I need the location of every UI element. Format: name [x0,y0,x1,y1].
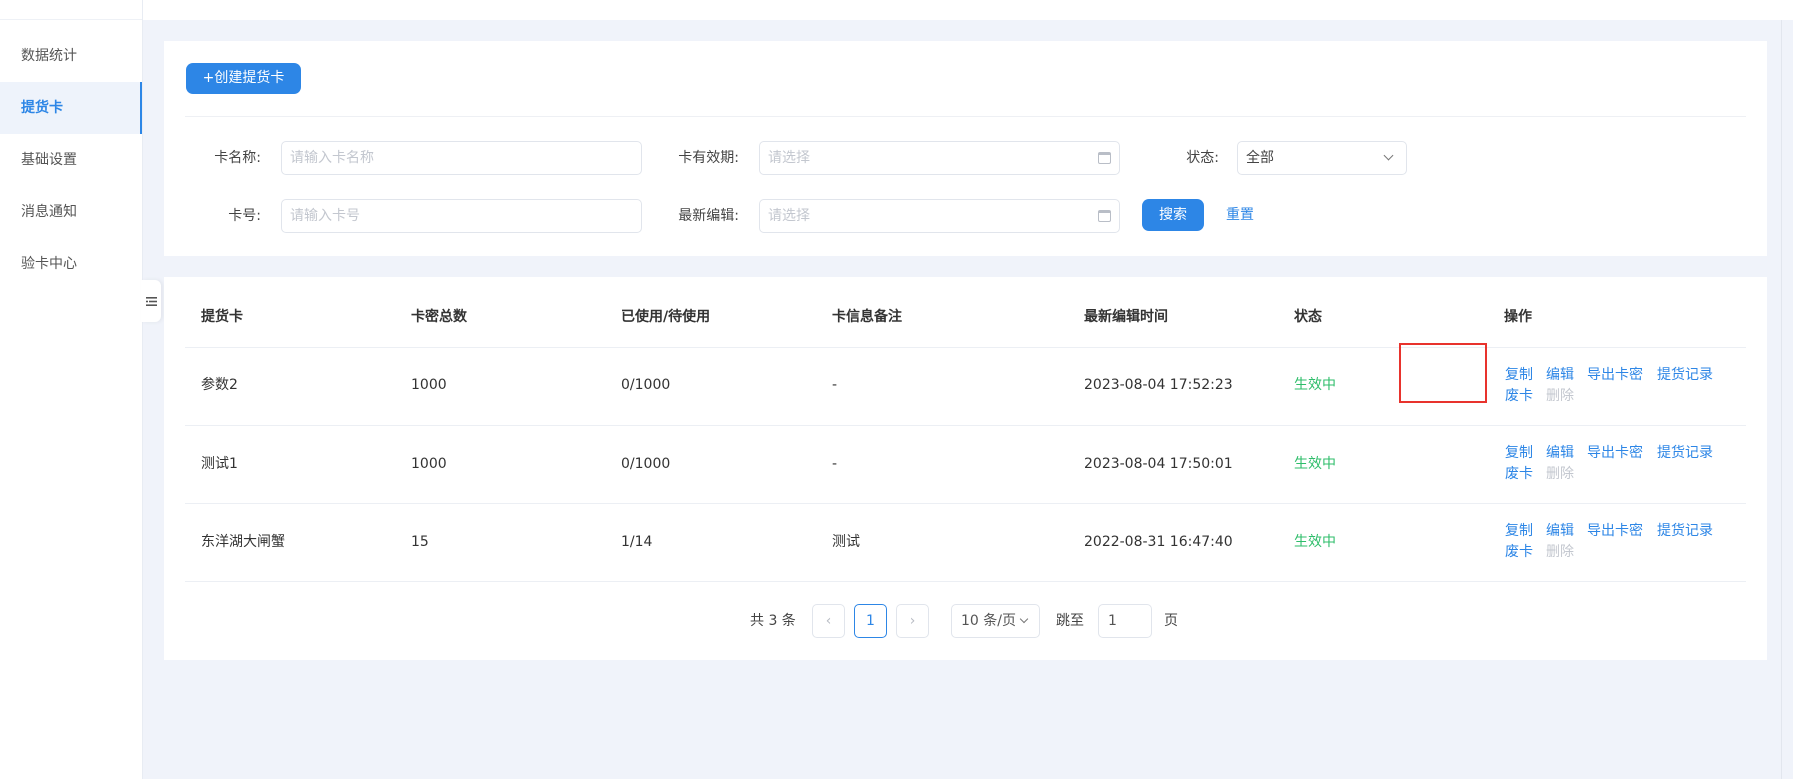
status-select[interactable]: 全部 [1237,141,1407,175]
column-header-status: 状态 [1294,309,1322,325]
page-size-value: 10 条/页 [961,613,1016,629]
cell-note: - [832,456,838,472]
cell-usage: 0/1000 [621,377,671,393]
filter-divider [185,116,1746,117]
delete-button: 删除 [1546,388,1574,404]
cell-total: 15 [411,534,429,550]
cell-total: 1000 [411,377,447,393]
column-header-note: 卡信息备注 [832,309,902,325]
vertical-scrollbar[interactable] [1781,20,1793,779]
column-header-usage: 已使用/待使用 [621,309,711,325]
sidebar-top [0,0,142,20]
filter-panel: +创建提货卡 卡名称: 请输入卡名称 卡有效期: 请选择 状态: 全部 卡号: … [164,41,1767,256]
menu-fold-icon [145,296,157,306]
prev-page-button[interactable]: ‹ [812,604,845,638]
column-header-edit-time: 最新编辑时间 [1084,309,1168,325]
cell-edit-time: 2023-08-04 17:50:01 [1084,456,1233,472]
cell-edit-time: 2023-08-04 17:52:23 [1084,377,1233,393]
pickup-records-button[interactable]: 提货记录 [1657,521,1713,541]
copy-button[interactable]: 复制 [1505,365,1533,385]
calendar-icon [1098,210,1111,222]
sidebar-item-stats[interactable]: 数据统计 [0,30,142,82]
column-header-total: 卡密总数 [411,309,467,325]
pickup-records-button[interactable]: 提货记录 [1657,365,1713,385]
page-number-button[interactable]: 1 [854,604,887,638]
sidebar: 数据统计 提货卡 基础设置 消息通知 验卡中心 [0,0,143,779]
void-card-button[interactable]: 废卡 [1505,464,1533,484]
chevron-down-icon [1383,150,1394,161]
validity-placeholder: 请选择 [768,150,810,166]
cell-edit-time: 2022-08-31 16:47:40 [1084,534,1233,550]
last-edit-label: 最新编辑: [678,208,739,224]
row-divider [185,425,1746,426]
chevron-down-icon [1019,614,1029,624]
delete-button: 删除 [1546,466,1574,482]
status-badge: 生效中 [1294,534,1336,550]
last-edit-date-picker[interactable]: 请选择 [759,199,1120,233]
sidebar-item-pickup-card[interactable]: 提货卡 [0,82,142,134]
validity-label: 卡有效期: [678,150,739,166]
sidebar-collapse-button[interactable] [141,280,161,322]
card-no-input[interactable]: 请输入卡号 [281,199,642,233]
void-card-button[interactable]: 废卡 [1505,386,1533,406]
cell-usage: 0/1000 [621,456,671,472]
copy-button[interactable]: 复制 [1505,521,1533,541]
edit-button[interactable]: 编辑 [1546,443,1574,463]
column-header-actions: 操作 [1504,309,1532,325]
sidebar-item-notifications[interactable]: 消息通知 [0,186,142,238]
page-size-select[interactable]: 10 条/页 [951,604,1040,638]
goto-label: 跳至 [1056,613,1084,629]
void-card-button[interactable]: 废卡 [1505,542,1533,562]
cell-card-name: 参数2 [201,377,238,393]
row-divider [185,581,1746,582]
pagination-total: 共 3 条 [750,613,796,629]
export-keys-button[interactable]: 导出卡密 [1587,521,1643,541]
goto-page-input[interactable]: 1 [1098,604,1152,638]
cell-note: - [832,377,838,393]
cell-card-name: 测试1 [201,456,238,472]
card-name-input[interactable]: 请输入卡名称 [281,141,642,175]
sidebar-item-verify-center[interactable]: 验卡中心 [0,238,142,290]
cell-total: 1000 [411,456,447,472]
table-panel: 提货卡 卡密总数 已使用/待使用 卡信息备注 最新编辑时间 状态 操作 参数2 … [164,277,1767,660]
card-name-label: 卡名称: [214,150,261,166]
top-bar [143,0,1793,20]
edit-button[interactable]: 编辑 [1546,365,1574,385]
status-badge: 生效中 [1294,377,1336,393]
next-page-button[interactable]: › [896,604,929,638]
cell-usage: 1/14 [621,534,653,550]
reset-button[interactable]: 重置 [1226,199,1254,231]
pickup-records-button[interactable]: 提货记录 [1657,443,1713,463]
export-keys-button[interactable]: 导出卡密 [1587,365,1643,385]
status-badge: 生效中 [1294,456,1336,472]
calendar-icon [1098,152,1111,164]
status-select-value: 全部 [1246,150,1274,166]
cell-note: 测试 [832,534,860,550]
last-edit-placeholder: 请选择 [768,208,810,224]
copy-button[interactable]: 复制 [1505,443,1533,463]
edit-button[interactable]: 编辑 [1546,521,1574,541]
highlight-annotation-box [1399,343,1487,403]
chevron-right-icon: › [909,613,916,629]
validity-date-picker[interactable]: 请选择 [759,141,1120,175]
export-keys-button[interactable]: 导出卡密 [1587,443,1643,463]
row-divider [185,503,1746,504]
sidebar-item-basic-settings[interactable]: 基础设置 [0,134,142,186]
delete-button: 删除 [1546,544,1574,560]
column-header-card: 提货卡 [201,309,243,325]
status-label: 状态: [1186,150,1219,166]
chevron-left-icon: ‹ [825,613,832,629]
search-button[interactable]: 搜索 [1142,199,1204,231]
goto-unit-label: 页 [1164,613,1178,629]
cell-card-name: 东洋湖大闸蟹 [201,534,285,550]
card-no-label: 卡号: [228,208,261,224]
header-divider [185,347,1746,348]
create-card-button[interactable]: +创建提货卡 [186,63,301,94]
